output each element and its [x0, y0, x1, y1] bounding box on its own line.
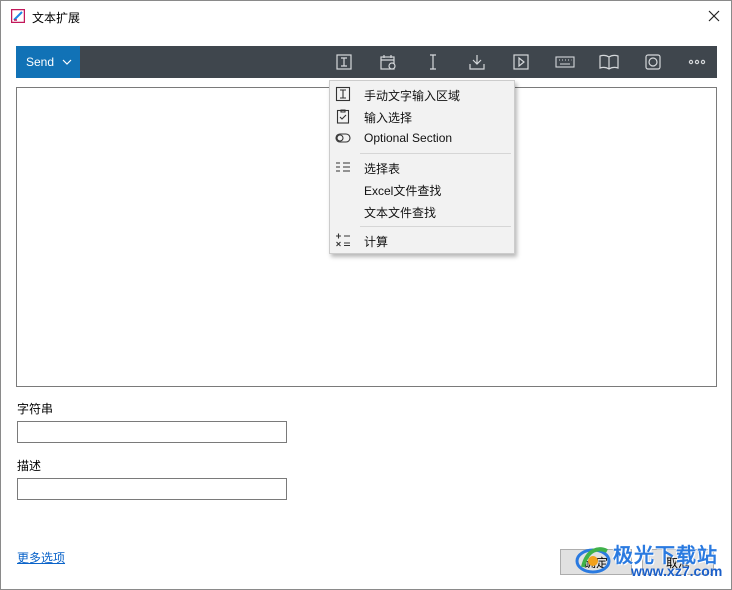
calendar-icon[interactable]	[378, 52, 398, 72]
send-dropdown-button[interactable]: Send	[16, 46, 80, 78]
text-field-icon[interactable]	[334, 52, 354, 72]
chevron-down-icon	[62, 59, 72, 65]
insert-dropdown-menu: 手动文字输入区域 输入选择 Optional Section 选择表 Excel…	[329, 80, 515, 254]
toggle-icon	[335, 133, 351, 143]
more-options-link[interactable]: 更多选项	[17, 549, 65, 566]
list-icon	[336, 162, 350, 172]
clipboard-check-icon	[336, 109, 350, 124]
more-icon[interactable]	[687, 52, 707, 72]
book-icon[interactable]	[599, 52, 619, 72]
description-input[interactable]	[17, 478, 287, 500]
editor-toolbar: Send	[16, 46, 717, 78]
watermark-url: www.xz7.com	[631, 563, 723, 579]
snippet-icon[interactable]	[643, 52, 663, 72]
calculator-icon	[336, 233, 350, 247]
string-label: 字符串	[17, 402, 54, 416]
menu-item-choice-list[interactable]: 选择表	[330, 156, 514, 178]
keyboard-icon[interactable]	[555, 52, 575, 72]
menu-item-excel-lookup[interactable]: Excel文件查找	[330, 178, 514, 200]
close-button[interactable]	[697, 1, 731, 31]
menu-separator	[360, 226, 511, 227]
menu-item-calculation[interactable]: 计算	[330, 229, 514, 251]
watermark-logo-icon	[575, 547, 611, 574]
string-input[interactable]	[17, 421, 287, 443]
send-label: Send	[26, 55, 55, 69]
text-field-icon	[335, 86, 351, 102]
close-icon	[708, 10, 720, 22]
watermark: 极光下载站 www.xz7.com	[569, 535, 729, 587]
app-logo-icon	[11, 9, 25, 23]
menu-item-input-choice[interactable]: 输入选择	[330, 105, 514, 127]
text-cursor-icon[interactable]	[423, 52, 443, 72]
download-icon[interactable]	[467, 52, 487, 72]
menu-item-manual-text-input[interactable]: 手动文字输入区域	[330, 83, 514, 105]
title-bar: 文本扩展	[1, 1, 731, 31]
text-expansion-window: 文本扩展 Send 手动文字输入区域 输入选择 Optional Section…	[0, 0, 732, 590]
menu-item-optional-section[interactable]: Optional Section	[330, 127, 514, 149]
menu-item-text-file-lookup[interactable]: 文本文件查找	[330, 200, 514, 222]
description-label: 描述	[17, 459, 42, 473]
window-title: 文本扩展	[32, 11, 81, 25]
play-icon[interactable]	[511, 52, 531, 72]
menu-separator	[360, 153, 511, 154]
